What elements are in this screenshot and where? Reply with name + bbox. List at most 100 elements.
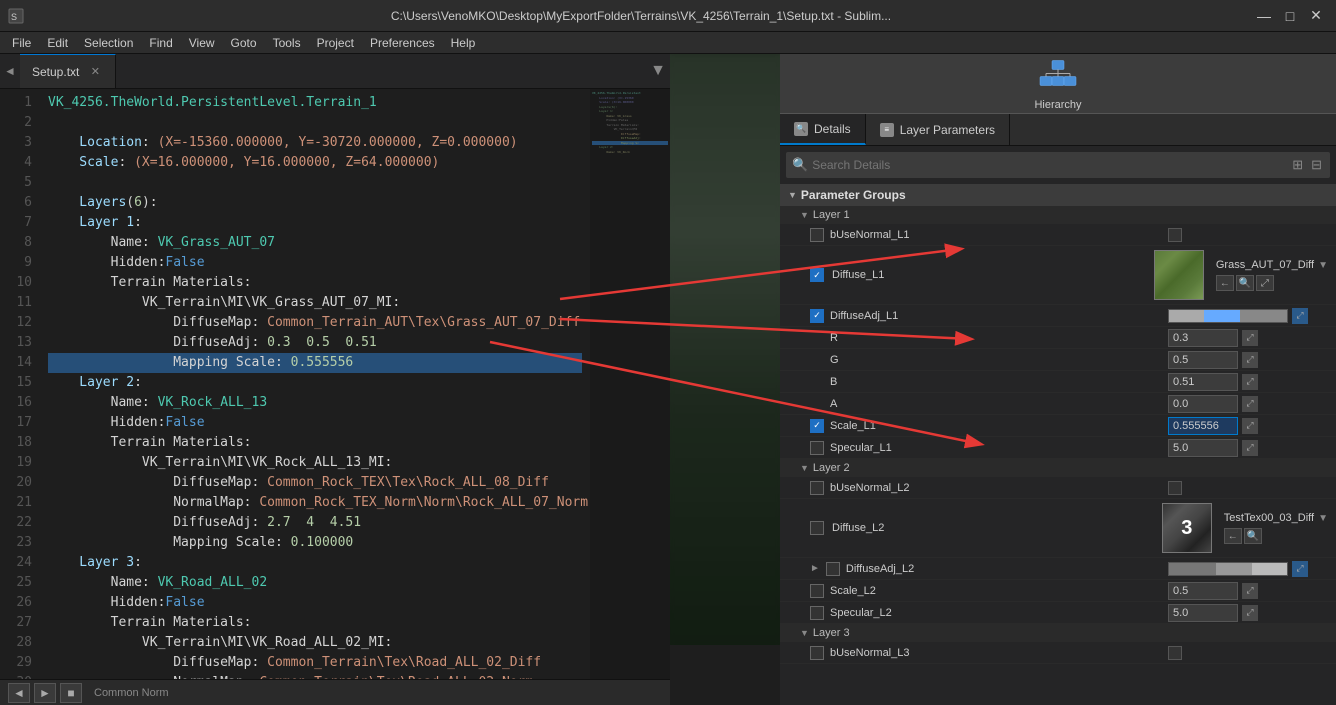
specular-L2-link-button[interactable]: ⤢ — [1242, 605, 1258, 621]
B-link-button[interactable]: ⤢ — [1242, 374, 1258, 390]
menu-goto[interactable]: Goto — [223, 34, 265, 52]
bUseNormal-L3-indicator — [1168, 646, 1182, 660]
hierarchy-icon-button[interactable]: Hierarchy — [1034, 57, 1081, 111]
B-input[interactable] — [1168, 373, 1238, 391]
toolbar-btn-right[interactable]: ► — [34, 683, 56, 703]
specular-L2-checkbox[interactable] — [810, 606, 824, 620]
specular-L1-input[interactable] — [1168, 439, 1238, 457]
code-area[interactable]: 12345 678910 1112131415 1617181920 21222… — [0, 89, 670, 679]
search-grid-button[interactable]: ⊞ — [1290, 155, 1305, 175]
color-seg-L2-2 — [1216, 563, 1251, 575]
layer1-header[interactable]: ▼ Layer 1 — [780, 206, 1336, 224]
diffuse-adj-L1-link-button[interactable]: ⤢ — [1292, 308, 1308, 324]
R-input[interactable] — [1168, 329, 1238, 347]
texture-L1-open-button[interactable]: ⤢ — [1256, 275, 1274, 291]
scale-L1-link-button[interactable]: ⤢ — [1242, 418, 1258, 434]
tab-prev-button[interactable]: ◄ — [0, 54, 20, 88]
R-value-area: ⤢ — [1168, 329, 1328, 347]
color-seg-gray — [1169, 310, 1204, 322]
diffuse-adj-L2-arrow-icon: ► — [810, 563, 820, 574]
R-link-button[interactable]: ⤢ — [1242, 330, 1258, 346]
menu-file[interactable]: File — [4, 34, 39, 52]
minimize-button[interactable]: — — [1252, 4, 1276, 28]
diffuse-adj-L2-checkbox[interactable] — [826, 562, 840, 576]
texture-L1-back-button[interactable]: ← — [1216, 275, 1234, 291]
diffuse-adj-L2-link-button[interactable]: ⤢ — [1292, 561, 1308, 577]
A-input[interactable] — [1168, 395, 1238, 413]
R-label: R — [830, 332, 1168, 344]
specular-L1-text: Specular_L1 — [830, 442, 892, 454]
diffuse-L1-label: Diffuse_L1 — [832, 269, 1146, 281]
scale-L2-link-button[interactable]: ⤢ — [1242, 583, 1258, 599]
diffuse-L1-checkbox[interactable] — [810, 268, 824, 282]
diffuse-adj-L2-color-bar[interactable] — [1168, 562, 1288, 576]
menu-project[interactable]: Project — [309, 34, 362, 52]
tab-layer-parameters[interactable]: ≡ Layer Parameters — [866, 114, 1010, 145]
layer2-header[interactable]: ▼ Layer 2 — [780, 459, 1336, 477]
bUseNormal-L2-checkbox[interactable] — [810, 481, 824, 495]
diffuse-adj-L1-color-bar[interactable] — [1168, 309, 1288, 323]
specular-L2-input[interactable] — [1168, 604, 1238, 622]
specular-L1-link-button[interactable]: ⤢ — [1242, 440, 1258, 456]
scale-L1-checkbox[interactable] — [810, 419, 824, 433]
texture-L1-dropdown-icon[interactable]: ▼ — [1318, 260, 1328, 271]
editor-tab[interactable]: Setup.txt ✕ — [20, 54, 116, 88]
editor-area: ◄ Setup.txt ✕ ▼ 12345 678910 1112131415 … — [0, 54, 1336, 705]
param-row-G: G ⤢ — [780, 349, 1336, 371]
tab-dropdown-button[interactable]: ▼ — [646, 54, 670, 88]
code-line-29: DiffuseMap: Common_Terrain\Tex\Road_ALL_… — [48, 653, 582, 673]
texture-L1-name: Grass_AUT_07_Diff — [1216, 259, 1314, 271]
texture-L1-search-button[interactable]: 🔍 — [1236, 275, 1254, 291]
close-button[interactable]: ✕ — [1304, 4, 1328, 28]
A-link-button[interactable]: ⤢ — [1242, 396, 1258, 412]
specular-L1-checkbox[interactable] — [810, 441, 824, 455]
scale-L2-input[interactable] — [1168, 582, 1238, 600]
code-editor[interactable]: VK_4256.TheWorld.PersistentLevel.Terrain… — [40, 89, 590, 679]
texture-L2-search-button[interactable]: 🔍 — [1244, 528, 1262, 544]
B-label: B — [830, 376, 1168, 388]
code-line-5 — [48, 173, 582, 193]
code-line-12: DiffuseMap: Common_Terrain_AUT\Tex\Grass… — [48, 313, 582, 333]
bUseNormal-L3-value — [1168, 646, 1328, 660]
G-label: G — [830, 354, 1168, 366]
menu-help[interactable]: Help — [443, 34, 484, 52]
layer3-header[interactable]: ▼ Layer 3 — [780, 624, 1336, 642]
tab-details[interactable]: 🔍 Details — [780, 114, 866, 145]
toolbar-btn-left[interactable]: ◄ — [8, 683, 30, 703]
menubar: File Edit Selection Find View Goto Tools… — [0, 32, 1336, 54]
menu-tools[interactable]: Tools — [265, 34, 309, 52]
tab-close-button[interactable]: ✕ — [87, 64, 103, 80]
toolbar-btn-stop[interactable]: ■ — [60, 683, 82, 703]
diffuse-L1-texture[interactable] — [1154, 250, 1204, 300]
code-line-9: Hidden:False — [48, 253, 582, 273]
menu-selection[interactable]: Selection — [76, 34, 141, 52]
menu-view[interactable]: View — [181, 34, 223, 52]
search-input[interactable] — [812, 158, 1286, 172]
scale-L1-value-area: ⤢ — [1168, 417, 1328, 435]
viewport-bg — [670, 54, 780, 645]
titlebar: S C:\Users\VenoMKO\Desktop\MyExportFolde… — [0, 0, 1336, 32]
texture-L2-back-button[interactable]: ← — [1224, 528, 1242, 544]
menu-find[interactable]: Find — [141, 34, 180, 52]
G-input[interactable] — [1168, 351, 1238, 369]
params-content[interactable]: ▼ Parameter Groups ▼ Layer 1 bUseNormal_… — [780, 184, 1336, 705]
diffuse-adj-L1-checkbox[interactable] — [810, 309, 824, 323]
scale-L1-input[interactable] — [1168, 417, 1238, 435]
texture-L2-dropdown-icon[interactable]: ▼ — [1318, 513, 1328, 524]
diffuse-adj-L1-value: ⤢ — [1168, 308, 1328, 324]
diffuse-L2-texture[interactable]: 3 — [1162, 503, 1212, 553]
window-controls: — □ ✕ — [1252, 4, 1328, 28]
search-filter-button[interactable]: ⊟ — [1309, 155, 1324, 175]
bUseNormal-L1-checkbox[interactable] — [810, 228, 824, 242]
scale-L2-checkbox[interactable] — [810, 584, 824, 598]
menu-edit[interactable]: Edit — [39, 34, 76, 52]
code-line-21: NormalMap: Common_Rock_TEX_Norm\Norm\Roc… — [48, 493, 582, 513]
param-groups-header[interactable]: ▼ Parameter Groups — [780, 184, 1336, 206]
G-link-button[interactable]: ⤢ — [1242, 352, 1258, 368]
param-row-A: A ⤢ — [780, 393, 1336, 415]
diffuse-L2-checkbox[interactable] — [810, 521, 824, 535]
bUseNormal-L3-checkbox[interactable] — [810, 646, 824, 660]
menu-preferences[interactable]: Preferences — [362, 34, 443, 52]
maximize-button[interactable]: □ — [1278, 4, 1302, 28]
bUseNormal-L1-indicator — [1168, 228, 1182, 242]
